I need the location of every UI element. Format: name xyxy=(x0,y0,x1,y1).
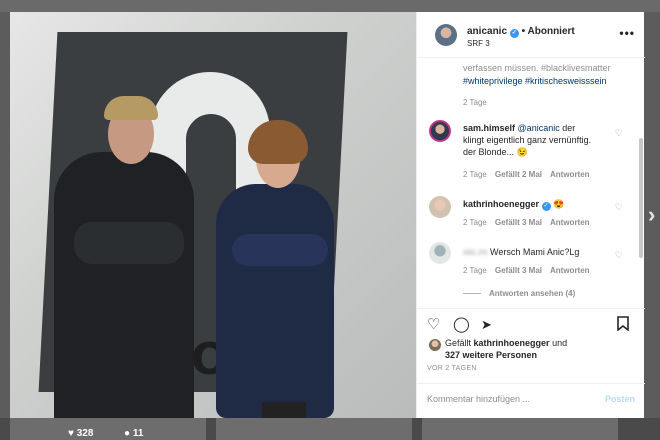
verified-badge-icon: ✓ xyxy=(541,202,551,211)
comments-list[interactable]: verfassen müssen. #blacklivesmatter #whi… xyxy=(417,58,645,308)
caption-time[interactable]: 2 Tage xyxy=(463,98,487,107)
author-username[interactable]: anicanic xyxy=(467,26,507,37)
comment-username[interactable]: nic.rn xyxy=(463,247,488,257)
comment-text: nic.rn Wersch Mami Anic?Lg xyxy=(463,247,580,257)
post-modal: RADIO anicanic ✓ • Abonniert SRF 3 ••• v… xyxy=(10,12,645,418)
caption-cut-line: verfassen müssen. #blacklivesmatter xyxy=(463,63,611,73)
author-line: anicanic ✓ • Abonniert xyxy=(467,26,575,38)
post-comment-button[interactable]: Posten xyxy=(605,394,635,404)
comment-mention[interactable]: @anicanic xyxy=(518,123,560,133)
comment-like-heart-icon[interactable]: ♡ xyxy=(615,128,623,139)
follow-dot: • xyxy=(521,26,526,37)
grid-tile[interactable] xyxy=(422,418,618,440)
likes-others-link[interactable]: 327 weitere Personen xyxy=(445,350,537,360)
photo-woman xyxy=(216,184,334,418)
comment-text: sam.himself @anicanic der klingt eigentl… xyxy=(463,123,592,157)
comment-like-heart-icon[interactable]: ♡ xyxy=(615,250,623,261)
author-avatar[interactable] xyxy=(435,24,457,46)
commenter-avatar[interactable] xyxy=(429,120,451,142)
commenter-avatar[interactable] xyxy=(429,196,451,218)
photo-man xyxy=(54,152,194,418)
grid-tile[interactable] xyxy=(216,418,412,440)
post-date[interactable]: VOR 2 TAGEN xyxy=(427,365,477,372)
grid-comments-count: ● 11 xyxy=(124,428,144,439)
comment-meta: 2 Tage Gefällt 3 Mal Antworten xyxy=(463,266,590,275)
like-heart-icon[interactable]: ♡ xyxy=(427,315,440,333)
liker-username[interactable]: kathrinhoenegger xyxy=(474,338,550,348)
post-actions: ♡ ◯ ➤ Gefällt kathrinhoenegger und 327 w… xyxy=(417,308,645,418)
grid-likes-count: ♥ 328 xyxy=(68,428,94,439)
comment-text: kathrinhoenegger ✓ 😍 xyxy=(463,199,565,211)
comments-scrollbar[interactable] xyxy=(639,138,643,258)
backdrop-top xyxy=(0,0,660,12)
follow-status-button[interactable]: Abonniert xyxy=(528,26,575,37)
photo-man-arms xyxy=(74,222,184,264)
photo-woman-arms xyxy=(232,234,328,266)
post-side-panel: anicanic ✓ • Abonniert SRF 3 ••• verfass… xyxy=(416,12,645,418)
comment-meta: 2 Tage Gefällt 3 Mal Antworten xyxy=(463,218,590,227)
bookmark-icon[interactable] xyxy=(617,316,629,334)
photo-man-hair xyxy=(104,96,158,120)
comment-meta: 2 Tage Gefällt 2 Mal Antworten xyxy=(463,170,590,179)
comment-input[interactable] xyxy=(427,394,587,404)
post-photo[interactable]: RADIO xyxy=(10,12,416,418)
caption-hashtags[interactable]: #whiteprivilege #kritischesweisssein xyxy=(463,75,607,87)
comment-bar: Posten xyxy=(417,383,645,419)
comment-like-heart-icon[interactable]: ♡ xyxy=(615,202,623,213)
photo-wall-arch-inner xyxy=(186,114,236,204)
background-grid xyxy=(0,418,660,440)
comment-icon[interactable]: ◯ xyxy=(453,315,470,333)
next-post-arrow-icon[interactable]: › xyxy=(648,202,655,228)
more-options-icon[interactable]: ••• xyxy=(619,26,635,40)
author-subtitle[interactable]: SRF 3 xyxy=(467,39,490,48)
share-icon[interactable]: ➤ xyxy=(481,317,492,333)
post-header: anicanic ✓ • Abonniert SRF 3 ••• xyxy=(417,12,645,58)
view-replies-button[interactable]: Antworten ansehen (4) xyxy=(489,289,575,298)
commenter-avatar[interactable] xyxy=(429,242,451,264)
comment-username[interactable]: sam.himself xyxy=(463,123,515,133)
comment-username[interactable]: kathrinhoenegger xyxy=(463,199,539,209)
grid-tile[interactable] xyxy=(10,418,206,440)
likes-summary: Gefällt kathrinhoenegger und 327 weitere… xyxy=(445,338,568,360)
photo-woman-legs xyxy=(262,402,306,418)
verified-badge-icon: ✓ xyxy=(509,29,519,38)
replies-divider xyxy=(463,293,481,294)
